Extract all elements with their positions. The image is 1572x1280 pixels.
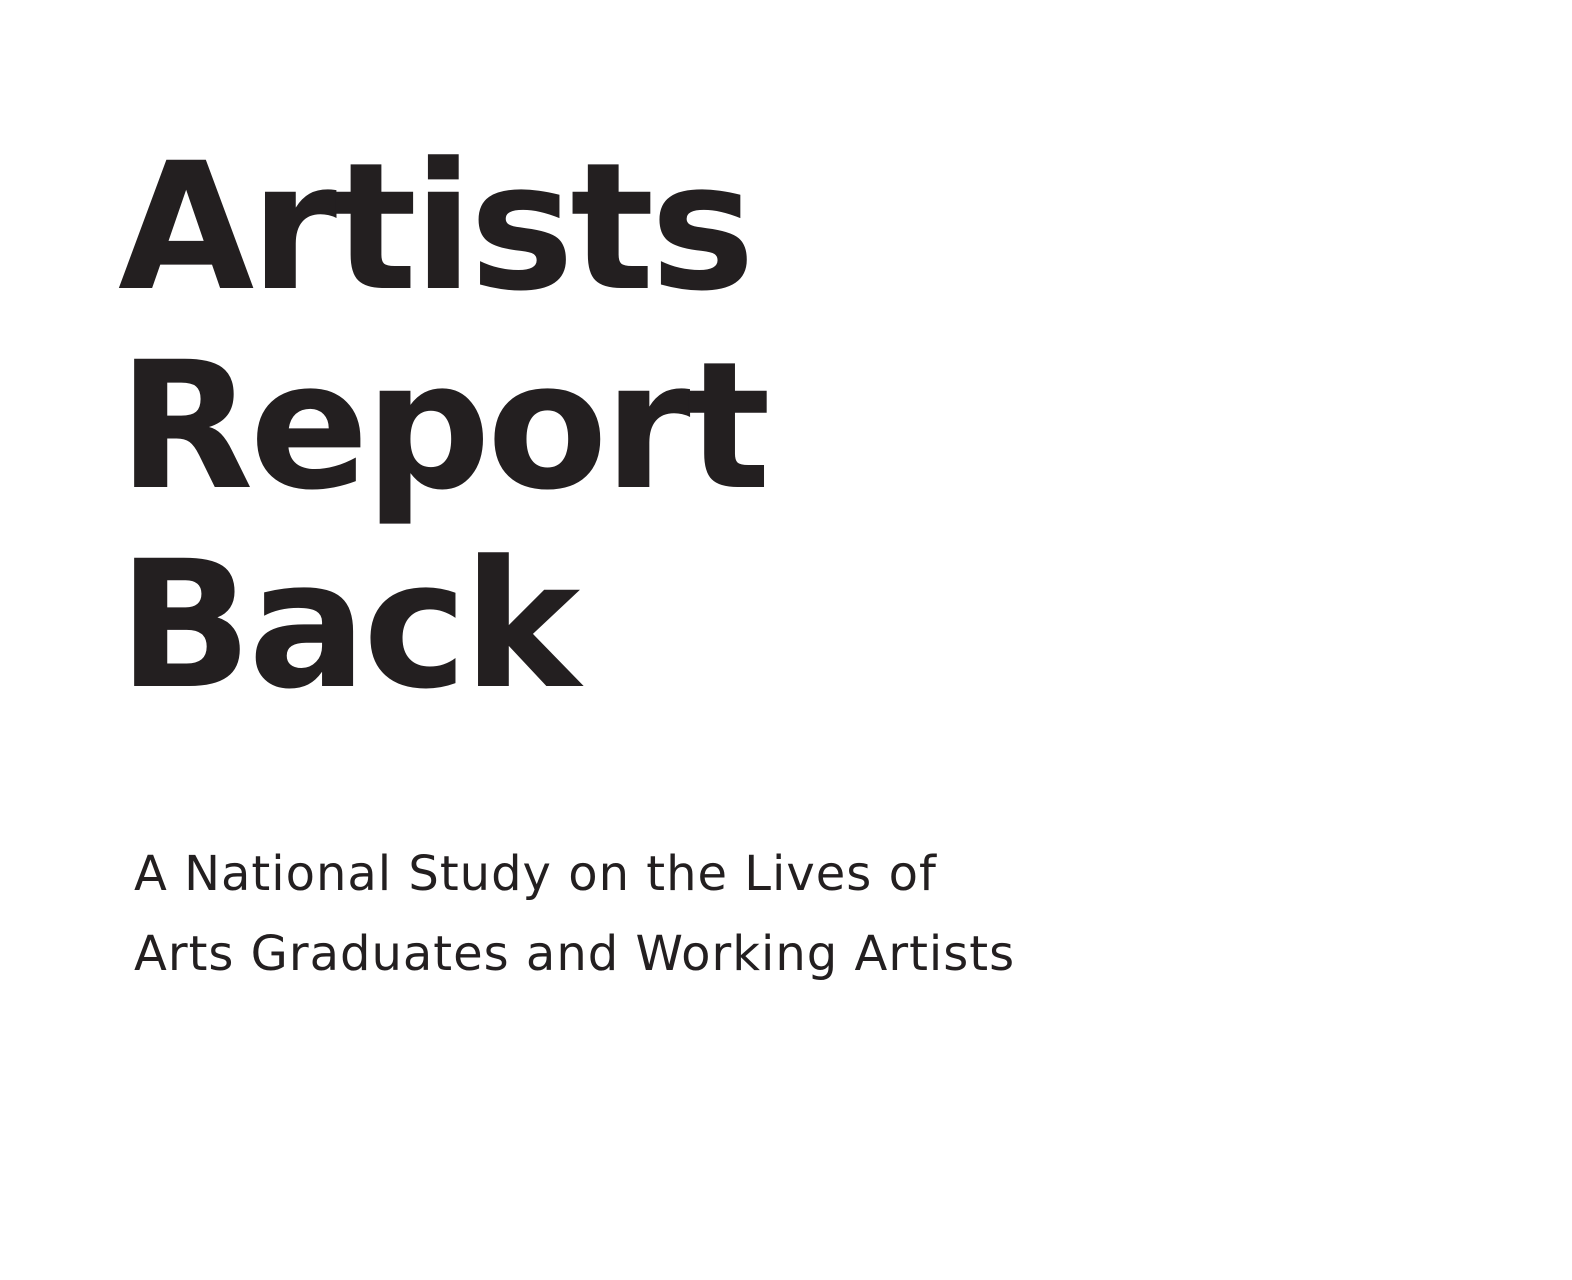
title-line-3: Back [118, 523, 580, 728]
document-subtitle: A National Study on the Lives of Arts Gr… [134, 834, 1015, 994]
cover-page: Artists Report Back A National Study on … [0, 0, 1572, 1280]
subtitle-line-2: Arts Graduates and Working Artists [134, 926, 1016, 982]
title-line-2: Report [118, 324, 771, 529]
document-title: Artists Report Back [118, 125, 771, 728]
subtitle-line-1: A National Study on the Lives of [134, 846, 937, 902]
title-line-1: Artists [118, 125, 755, 330]
